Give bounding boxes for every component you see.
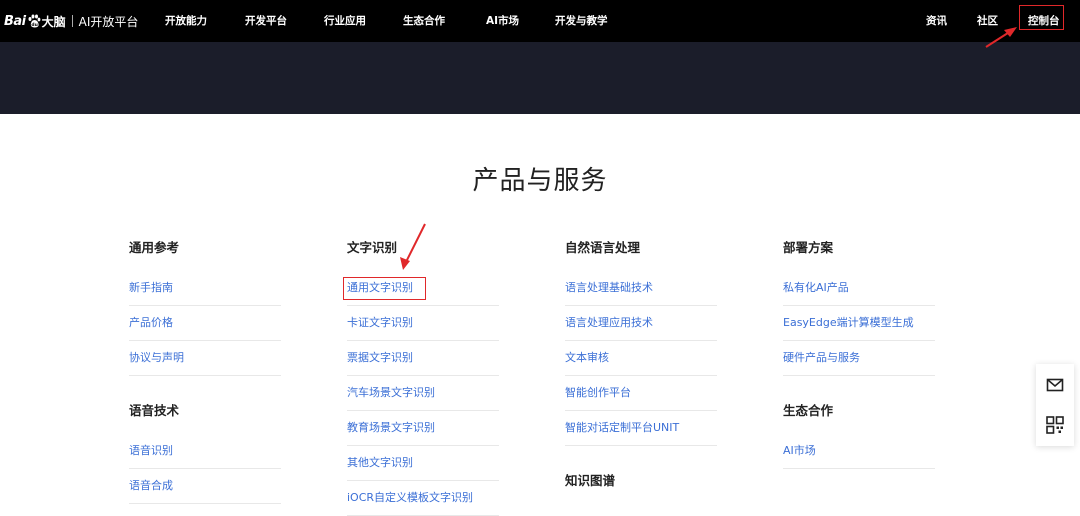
link-ai-market[interactable]: AI市场 bbox=[783, 441, 935, 469]
nav-ecosystem[interactable]: 生态合作 bbox=[403, 13, 445, 28]
svg-text:du: du bbox=[31, 22, 37, 28]
link-private-ai[interactable]: 私有化AI产品 bbox=[783, 278, 935, 306]
link-education-ocr[interactable]: 教育场景文字识别 bbox=[347, 411, 499, 446]
qrcode-icon[interactable] bbox=[1045, 415, 1065, 435]
group-title-ocr: 文字识别 bbox=[347, 240, 398, 255]
link-speech-synthesis[interactable]: 语音合成 bbox=[129, 469, 281, 504]
nav-ai-market[interactable]: AI市场 bbox=[486, 13, 519, 28]
group-title-speech: 语音技术 bbox=[129, 403, 180, 418]
link-getting-started[interactable]: 新手指南 bbox=[129, 278, 281, 306]
baidu-ai-logo[interactable]: Bai du 大脑 AI开放平台 bbox=[4, 11, 138, 31]
column-deployment: 部署方案 私有化AI产品 EasyEdge端计算模型生成 硬件产品与服务 生态合… bbox=[783, 238, 935, 469]
top-navigation-bar: Bai du 大脑 AI开放平台 开放能力 开发平台 行业应用 生态合作 AI市… bbox=[0, 0, 1080, 42]
nav-industry-apps[interactable]: 行业应用 bbox=[324, 13, 366, 28]
column-nlp: 自然语言处理 语言处理基础技术 语言处理应用技术 文本审核 智能创作平台 智能对… bbox=[565, 238, 717, 511]
column-reference: 通用参考 新手指南 产品价格 协议与声明 语音技术 语音识别 语音合成 bbox=[129, 238, 281, 504]
link-creation-platform[interactable]: 智能创作平台 bbox=[565, 376, 717, 411]
link-other-ocr[interactable]: 其他文字识别 bbox=[347, 446, 499, 481]
nav-news[interactable]: 资讯 bbox=[926, 13, 947, 28]
link-list-ocr: 通用文字识别 卡证文字识别 票据文字识别 汽车场景文字识别 教育场景文字识别 其… bbox=[347, 278, 499, 516]
mail-icon[interactable] bbox=[1045, 375, 1065, 395]
link-nlp-basic[interactable]: 语言处理基础技术 bbox=[565, 278, 717, 306]
nav-dev-teaching[interactable]: 开发与教学 bbox=[555, 13, 608, 28]
logo-brand-text: Bai bbox=[4, 13, 26, 29]
link-hardware[interactable]: 硬件产品与服务 bbox=[783, 341, 935, 376]
link-list-deployment: 私有化AI产品 EasyEdge端计算模型生成 硬件产品与服务 bbox=[783, 278, 935, 376]
page-title: 产品与服务 bbox=[472, 166, 608, 196]
group-title-reference: 通用参考 bbox=[129, 240, 180, 255]
link-nlp-applied[interactable]: 语言处理应用技术 bbox=[565, 306, 717, 341]
logo-divider bbox=[71, 15, 73, 27]
group-title-knowledge-graph: 知识图谱 bbox=[565, 473, 616, 488]
link-list-nlp: 语言处理基础技术 语言处理应用技术 文本审核 智能创作平台 智能对话定制平台UN… bbox=[565, 278, 717, 446]
console-highlight-box bbox=[1019, 5, 1064, 30]
hero-banner bbox=[0, 42, 1080, 114]
link-iocr-template[interactable]: iOCR自定义模板文字识别 bbox=[347, 481, 499, 516]
link-text-moderation[interactable]: 文本审核 bbox=[565, 341, 717, 376]
link-agreements[interactable]: 协议与声明 bbox=[129, 341, 281, 376]
link-list-speech: 语音识别 语音合成 bbox=[129, 441, 281, 504]
logo-cn-text: 大脑 bbox=[41, 14, 66, 29]
link-speech-recognition[interactable]: 语音识别 bbox=[129, 441, 281, 469]
floating-side-panel bbox=[1036, 364, 1074, 446]
nav-dev-platform[interactable]: 开发平台 bbox=[245, 13, 287, 28]
link-list-reference: 新手指南 产品价格 协议与声明 bbox=[129, 278, 281, 376]
group-title-nlp: 自然语言处理 bbox=[565, 240, 641, 255]
link-list-ecosystem: AI市场 bbox=[783, 441, 935, 469]
logo-subtitle: AI开放平台 bbox=[78, 14, 139, 29]
link-vehicle-ocr[interactable]: 汽车场景文字识别 bbox=[347, 376, 499, 411]
link-easyedge[interactable]: EasyEdge端计算模型生成 bbox=[783, 306, 935, 341]
ocr-link-highlight-box bbox=[343, 277, 426, 300]
baidu-paw-icon: du bbox=[28, 14, 41, 28]
link-receipt-ocr[interactable]: 票据文字识别 bbox=[347, 341, 499, 376]
link-card-ocr[interactable]: 卡证文字识别 bbox=[347, 306, 499, 341]
nav-community[interactable]: 社区 bbox=[977, 13, 998, 28]
link-unit-platform[interactable]: 智能对话定制平台UNIT bbox=[565, 411, 717, 446]
group-title-deployment: 部署方案 bbox=[783, 240, 834, 255]
group-title-ecosystem: 生态合作 bbox=[783, 403, 834, 418]
link-pricing[interactable]: 产品价格 bbox=[129, 306, 281, 341]
nav-open-capabilities[interactable]: 开放能力 bbox=[165, 13, 207, 28]
